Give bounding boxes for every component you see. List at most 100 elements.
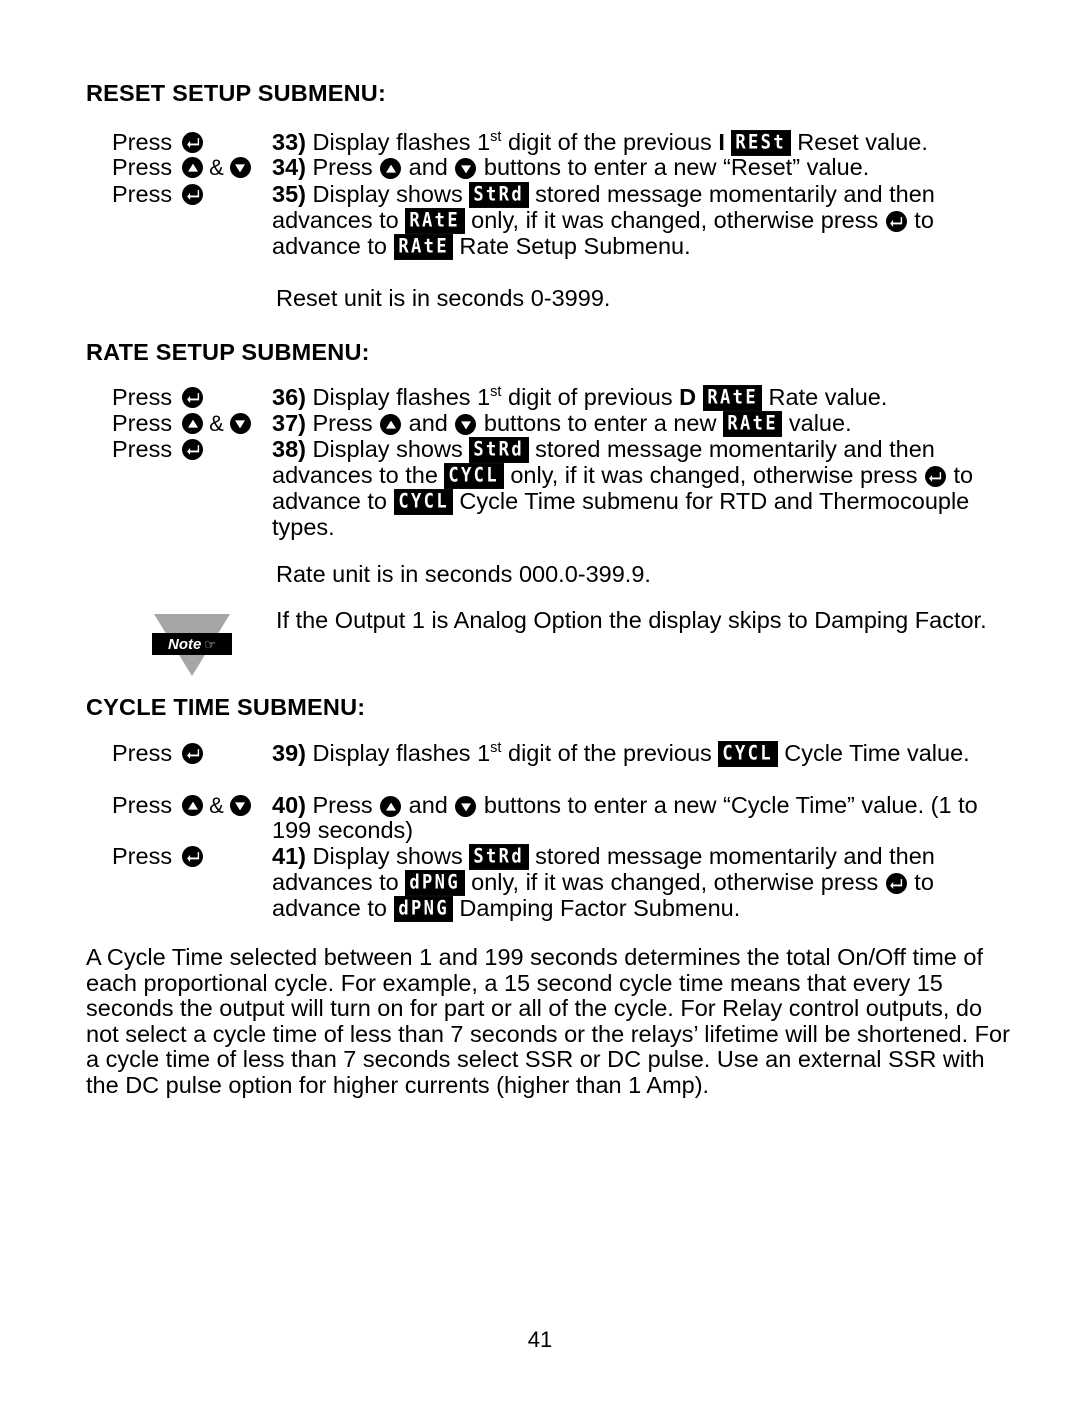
note-text: If the Output 1 is Analog Option the dis…	[276, 607, 987, 633]
step-number-34: 34)	[272, 154, 306, 180]
lcd-badge-cycl-38: CYCL	[444, 463, 504, 489]
ampersand: &	[209, 793, 224, 818]
step-text-41b: stored message momentarily and then	[528, 843, 935, 869]
step-row-41: Press 41) Display shows StRd stored mess…	[86, 843, 1006, 922]
step-text-35g: Rate Setup Submenu.	[452, 233, 691, 259]
step-number-39: 39)	[272, 740, 306, 766]
step-text-34a: Press	[312, 154, 380, 180]
lcd-badge-rate-2-text: RAtE	[397, 235, 449, 258]
up-arrow-button-icon[interactable]	[182, 795, 204, 817]
step-text-38f: Cycle Time submenu for RTD and	[452, 488, 813, 514]
lcd-badge-strd-38: StRd	[469, 437, 529, 463]
step-text-40b: and	[402, 792, 455, 818]
lcd-badge-cycl-38-2: CYCL	[393, 489, 453, 515]
step-row-34: Press & 34) Press and buttons to enter a…	[86, 154, 1006, 180]
enter-button-icon[interactable]	[885, 873, 907, 894]
up-arrow-button-icon[interactable]	[380, 414, 402, 435]
press-column-40: Press &	[86, 792, 272, 818]
ampersand: &	[209, 411, 224, 436]
step-text-35f: advance to	[272, 233, 394, 259]
step-row-37: Press & 37) Press and buttons to enter a…	[86, 410, 1006, 437]
step-body-33: 33) Display flashes 1st digit of the pre…	[272, 129, 1006, 156]
lcd-badge-dpng-41: dPNG	[405, 870, 465, 896]
step-body-39: 39) Display flashes 1st digit of the pre…	[272, 740, 1006, 767]
step-text-41e: to	[907, 869, 934, 895]
step-text-36a: Display flashes 1	[312, 384, 491, 410]
lcd-badge-rest: RESt	[731, 130, 791, 156]
step-number-33: 33)	[272, 129, 306, 155]
press-label: Press	[112, 181, 173, 207]
press-label: Press	[112, 436, 173, 462]
lcd-badge-dpng-41-2: dPNG	[393, 896, 453, 922]
step-text-39d: value.	[906, 740, 970, 766]
pointing-hand-icon: ☞	[204, 636, 216, 652]
step-text-41d: only, if it was changed, otherwise press	[464, 869, 885, 895]
step-text-33b: digit of the previous	[501, 129, 719, 155]
down-arrow-button-icon[interactable]	[229, 413, 251, 435]
lcd-badge-rate-36-text: RAtE	[706, 386, 758, 409]
press-column-34: Press &	[86, 154, 272, 180]
step-row-33: Press 33) Display flashes 1st digit of t…	[86, 129, 1006, 156]
press-column-37: Press &	[86, 410, 272, 436]
up-arrow-button-icon[interactable]	[380, 158, 402, 179]
lcd-badge-strd-text: StRd	[473, 183, 525, 206]
press-label: Press	[112, 384, 173, 410]
lcd-badge-rate-37-text: RAtE	[727, 412, 779, 435]
up-arrow-button-icon[interactable]	[380, 796, 402, 817]
step-number-36: 36)	[272, 384, 306, 410]
enter-button-icon[interactable]	[182, 184, 204, 206]
step-row-36: Press 36) Display flashes 1st digit of p…	[86, 384, 1006, 411]
ordinal-suffix: st	[490, 384, 502, 401]
down-arrow-button-icon[interactable]	[455, 158, 477, 179]
note-tag: Note ☞	[152, 633, 232, 655]
page-number: 41	[527, 1327, 553, 1352]
down-arrow-button-icon[interactable]	[229, 795, 251, 817]
press-column-38: Press	[86, 436, 272, 462]
lcd-badge-rate-36: RAtE	[702, 385, 762, 411]
up-arrow-button-icon[interactable]	[182, 413, 204, 435]
step-text-35d: only, if it was changed, otherwise press	[464, 207, 885, 233]
step-body-36: 36) Display flashes 1st digit of previou…	[272, 384, 1006, 411]
press-column-36: Press	[86, 384, 272, 410]
step-text-33c: Reset value.	[790, 129, 928, 155]
step-text-41c: advances to	[272, 869, 406, 895]
enter-button-icon[interactable]	[885, 211, 907, 232]
press-label: Press	[112, 154, 173, 180]
step-text-34b: and	[402, 154, 455, 180]
down-arrow-button-icon[interactable]	[229, 157, 251, 179]
lcd-badge-dpng-41-2-text: dPNG	[397, 897, 449, 920]
down-arrow-button-icon[interactable]	[455, 796, 477, 817]
up-arrow-button-icon[interactable]	[182, 157, 204, 179]
section-heading-reset: RESET SETUP SUBMENU:	[86, 80, 386, 106]
step-text-40c: buttons to enter a new “Cycle Time” valu…	[477, 792, 925, 818]
lcd-badge-cycl-38-2-text: CYCL	[397, 490, 449, 513]
reset-unit-note: Reset unit is in seconds 0-3999.	[276, 285, 611, 311]
press-label: Press	[112, 740, 173, 766]
step-text-40a: Press	[312, 792, 380, 818]
step-text-39a: Display flashes 1	[312, 740, 491, 766]
step-body-38: 38) Display shows StRd stored message mo…	[272, 436, 1006, 540]
press-label: Press	[112, 410, 173, 436]
enter-button-icon[interactable]	[182, 846, 204, 868]
enter-button-icon[interactable]	[924, 466, 946, 487]
down-arrow-button-icon[interactable]	[455, 414, 477, 435]
step-number-38: 38)	[272, 436, 306, 462]
step-number-41: 41)	[272, 843, 306, 869]
enter-button-icon[interactable]	[182, 439, 204, 461]
press-label: Press	[112, 843, 173, 869]
lcd-badge-rate-text: RAtE	[409, 209, 461, 232]
step-text-36b: digit of previous	[501, 384, 680, 410]
step-text-39b: digit of the previous	[501, 740, 719, 766]
press-label: Press	[112, 129, 173, 155]
lcd-badge-cycl-38-text: CYCL	[448, 464, 500, 487]
step-row-35: Press 35) Display shows StRd stored mess…	[86, 181, 1006, 260]
enter-button-icon[interactable]	[182, 743, 204, 765]
press-label: Press	[112, 792, 173, 818]
enter-button-icon[interactable]	[182, 132, 204, 154]
step-text-41f: advance to	[272, 895, 394, 921]
step-number-40: 40)	[272, 792, 306, 818]
step-number-35: 35)	[272, 181, 306, 207]
step-text-34c: buttons to enter a new “Reset” value.	[477, 154, 870, 180]
press-column-41: Press	[86, 843, 272, 869]
enter-button-icon[interactable]	[182, 387, 204, 409]
